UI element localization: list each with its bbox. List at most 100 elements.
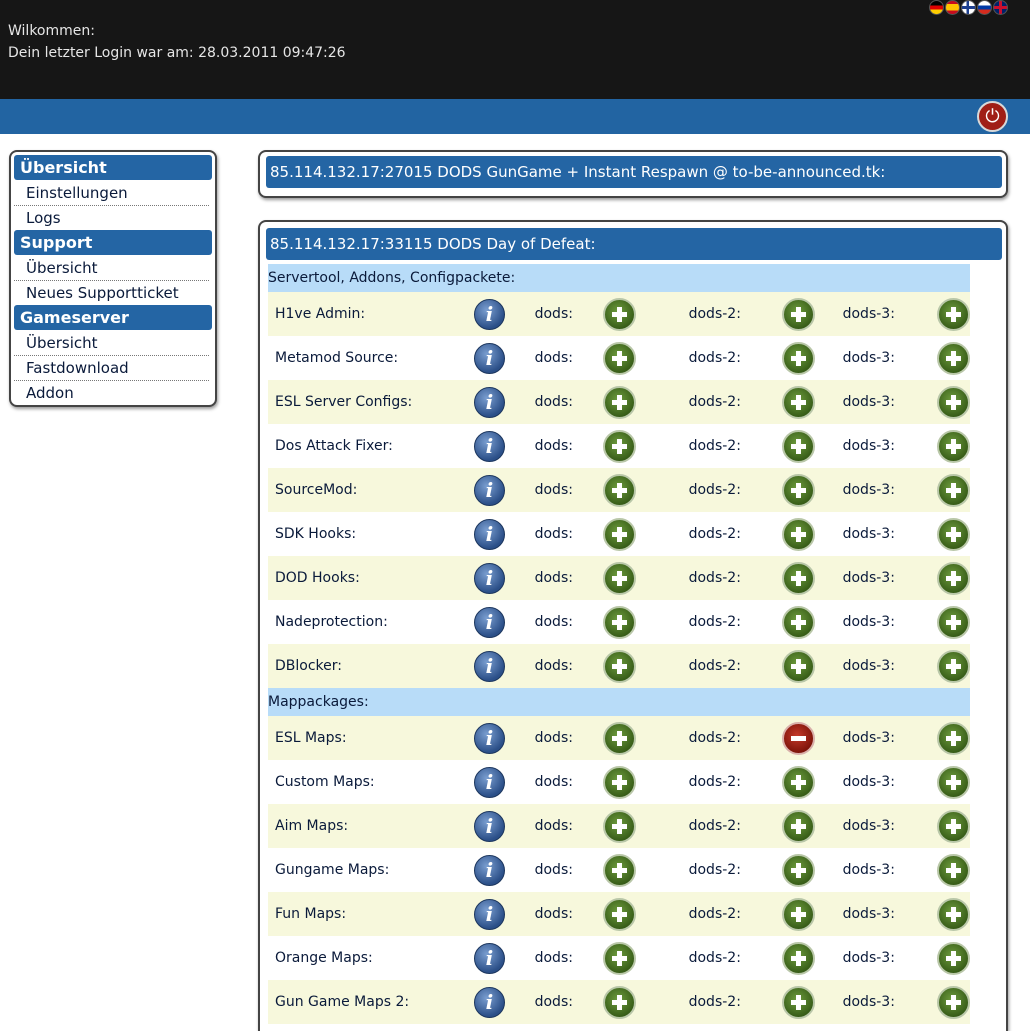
info-icon[interactable]: i [473,986,505,1018]
addon-row: Custom Maps: i dods: dods-2: dods-3: [268,760,970,804]
spanish-flag-icon[interactable] [945,0,960,15]
add-icon[interactable] [603,985,637,1019]
info-icon[interactable]: i [473,562,505,594]
add-icon[interactable] [781,297,815,331]
power-icon[interactable]: ⏻ [977,101,1008,132]
add-icon[interactable] [603,473,637,507]
add-icon[interactable] [937,341,970,375]
add-icon[interactable] [781,605,815,639]
add-icon[interactable] [937,297,970,331]
addon-row: ESL Maps: i dods: dods-2: dods-3: [268,716,970,760]
russian-flag-icon[interactable] [977,0,992,15]
addon-row: Metamod Source: i dods: dods-2: dods-3: [268,336,970,380]
add-icon[interactable] [781,649,815,683]
server-column-label: dods-2: [688,600,782,644]
add-icon[interactable] [603,561,637,595]
info-icon[interactable]: i [473,298,505,330]
add-icon[interactable] [937,809,970,843]
finnish-flag-icon[interactable] [961,0,976,15]
add-icon[interactable] [937,649,970,683]
section-header-row: Mappackages: [268,688,970,716]
add-icon[interactable] [781,853,815,887]
info-icon[interactable]: i [473,518,505,550]
add-icon[interactable] [937,429,970,463]
sidebar-item[interactable]: Übersicht [14,256,209,281]
section-title: Servertool, Addons, Configpackete: [268,264,970,292]
add-icon[interactable] [937,941,970,975]
add-icon[interactable] [937,897,970,931]
server-column-label: dods: [534,468,604,512]
server-column-label: dods: [534,292,604,336]
server-column-label: dods: [534,804,604,848]
info-icon[interactable]: i [473,342,505,374]
addon-row: DOD Hooks: i dods: dods-2: dods-3: [268,556,970,600]
uk-flag-icon[interactable] [993,0,1008,15]
sidebar-item[interactable]: Übersicht [14,331,209,356]
add-icon[interactable] [937,985,970,1019]
sidebar-item[interactable]: Logs [14,206,209,230]
add-icon[interactable] [781,517,815,551]
info-icon[interactable]: i [473,766,505,798]
add-icon[interactable] [603,429,637,463]
addon-row: ESL Server Configs: i dods: dods-2: dods-3: [268,380,970,424]
add-icon[interactable] [937,853,970,887]
add-icon[interactable] [603,517,637,551]
add-icon[interactable] [781,473,815,507]
info-icon[interactable]: i [473,430,505,462]
add-icon[interactable] [781,561,815,595]
add-icon[interactable] [603,765,637,799]
add-icon[interactable] [781,341,815,375]
add-icon[interactable] [603,721,637,755]
sidebar-section-header[interactable]: Übersicht [14,155,212,180]
addon-row: Aim Maps: i dods: dods-2: dods-3: [268,804,970,848]
info-icon[interactable]: i [473,854,505,886]
info-icon[interactable]: i [473,898,505,930]
german-flag-icon[interactable] [929,0,944,15]
sidebar-item[interactable]: Neues Supportticket [14,281,209,305]
addon-row: DBlocker: i dods: dods-2: dods-3: [268,644,970,688]
info-icon[interactable]: i [473,386,505,418]
add-icon[interactable] [937,561,970,595]
add-icon[interactable] [937,605,970,639]
addon-name: Fun Maps: [268,892,474,936]
remove-icon[interactable] [781,721,815,755]
add-icon[interactable] [603,649,637,683]
addon-table: Servertool, Addons, Configpackete: H1ve A… [268,264,970,1024]
add-icon[interactable] [937,765,970,799]
server-column-label: dods-3: [842,424,937,468]
sidebar-section-header[interactable]: Gameserver [14,305,212,330]
sidebar-item[interactable]: Einstellungen [14,181,209,206]
sidebar-section-header[interactable]: Support [14,230,212,255]
add-icon[interactable] [603,385,637,419]
add-icon[interactable] [603,897,637,931]
add-icon[interactable] [781,809,815,843]
add-icon[interactable] [781,985,815,1019]
add-icon[interactable] [937,517,970,551]
add-icon[interactable] [937,473,970,507]
info-icon[interactable]: i [473,810,505,842]
add-icon[interactable] [603,941,637,975]
sidebar-item[interactable]: Addon [14,381,209,405]
add-icon[interactable] [603,853,637,887]
add-icon[interactable] [937,385,970,419]
info-icon[interactable]: i [473,942,505,974]
add-icon[interactable] [781,897,815,931]
add-icon[interactable] [781,385,815,419]
info-icon[interactable]: i [473,650,505,682]
add-icon[interactable] [603,809,637,843]
info-icon[interactable]: i [473,474,505,506]
info-icon[interactable]: i [473,606,505,638]
info-icon[interactable]: i [473,722,505,754]
welcome-text: Wilkommen: [8,23,95,39]
server-column-label: dods-2: [688,468,782,512]
add-icon[interactable] [781,429,815,463]
add-icon[interactable] [937,721,970,755]
server-column-label: dods-3: [842,600,937,644]
add-icon[interactable] [603,605,637,639]
add-icon[interactable] [781,941,815,975]
sidebar-item[interactable]: Fastdownload [14,356,209,381]
add-icon[interactable] [603,341,637,375]
add-icon[interactable] [781,765,815,799]
add-icon[interactable] [603,297,637,331]
server-column-label: dods-2: [688,848,782,892]
